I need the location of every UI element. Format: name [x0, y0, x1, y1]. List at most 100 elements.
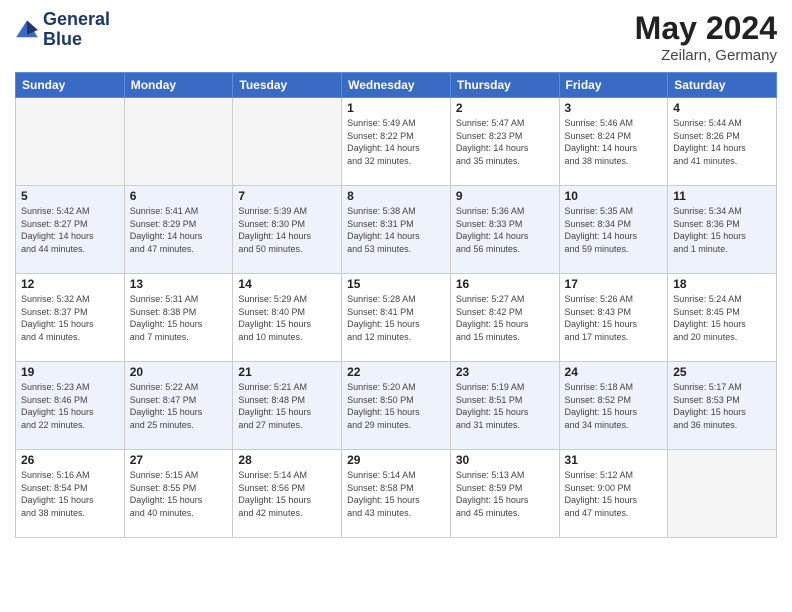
day-number: 29 — [347, 453, 445, 467]
week-row-2: 5Sunrise: 5:42 AM Sunset: 8:27 PM Daylig… — [16, 186, 777, 274]
day-number: 6 — [130, 189, 228, 203]
day-number: 24 — [565, 365, 663, 379]
day-info: Sunrise: 5:12 AM Sunset: 9:00 PM Dayligh… — [565, 469, 663, 519]
day-number: 25 — [673, 365, 771, 379]
day-cell: 4Sunrise: 5:44 AM Sunset: 8:26 PM Daylig… — [668, 98, 777, 186]
day-info: Sunrise: 5:46 AM Sunset: 8:24 PM Dayligh… — [565, 117, 663, 167]
day-info: Sunrise: 5:27 AM Sunset: 8:42 PM Dayligh… — [456, 293, 554, 343]
day-info: Sunrise: 5:49 AM Sunset: 8:22 PM Dayligh… — [347, 117, 445, 167]
day-cell: 31 Sunrise: 5:12 AM Sunset: 9:00 PM Dayli… — [559, 450, 668, 538]
day-number: 14 — [238, 277, 336, 291]
day-number: 10 — [565, 189, 663, 203]
logo-line1: General — [43, 10, 110, 30]
day-cell: 14 Sunrise: 5:29 AM Sunset: 8:40 PM Dayli… — [233, 274, 342, 362]
day-number: 27 — [130, 453, 228, 467]
day-info: Sunrise: 5:23 AM Sunset: 8:46 PM Dayligh… — [21, 381, 119, 431]
logo-text: General Blue — [43, 10, 110, 50]
day-number: 8 — [347, 189, 445, 203]
day-info: Sunrise: 5:13 AM Sunset: 8:59 PM Dayligh… — [456, 469, 554, 519]
day-cell: 20 Sunrise: 5:22 AM Sunset: 8:47 PM Dayli… — [124, 362, 233, 450]
day-number: 13 — [130, 277, 228, 291]
day-info: Sunrise: 5:17 AM Sunset: 8:53 PM Dayligh… — [673, 381, 771, 431]
day-info: Sunrise: 5:14 AM Sunset: 8:58 PM Dayligh… — [347, 469, 445, 519]
col-header-friday: Friday — [559, 73, 668, 98]
month-year: May 2024 — [635, 10, 777, 47]
day-info: Sunrise: 5:14 AM Sunset: 8:56 PM Dayligh… — [238, 469, 336, 519]
day-cell — [668, 450, 777, 538]
day-info: Sunrise: 5:47 AM Sunset: 8:23 PM Dayligh… — [456, 117, 554, 167]
day-number: 12 — [21, 277, 119, 291]
day-info: Sunrise: 5:44 AM Sunset: 8:26 PM Dayligh… — [673, 117, 771, 167]
day-number: 11 — [673, 189, 771, 203]
day-cell — [233, 98, 342, 186]
col-header-wednesday: Wednesday — [342, 73, 451, 98]
day-number: 1 — [347, 101, 445, 115]
day-cell: 28 Sunrise: 5:14 AM Sunset: 8:56 PM Dayli… — [233, 450, 342, 538]
day-number: 17 — [565, 277, 663, 291]
page: General Blue May 2024 Zeilarn, Germany S… — [0, 0, 792, 612]
day-cell: 5Sunrise: 5:42 AM Sunset: 8:27 PM Daylig… — [16, 186, 125, 274]
day-number: 26 — [21, 453, 119, 467]
day-cell: 25 Sunrise: 5:17 AM Sunset: 8:53 PM Dayli… — [668, 362, 777, 450]
col-header-thursday: Thursday — [450, 73, 559, 98]
day-cell: 29 Sunrise: 5:14 AM Sunset: 8:58 PM Dayli… — [342, 450, 451, 538]
day-number: 22 — [347, 365, 445, 379]
day-number: 30 — [456, 453, 554, 467]
day-number: 23 — [456, 365, 554, 379]
day-cell: 30 Sunrise: 5:13 AM Sunset: 8:59 PM Dayli… — [450, 450, 559, 538]
day-cell: 1 Sunrise: 5:49 AM Sunset: 8:22 PM Daylig… — [342, 98, 451, 186]
day-info: Sunrise: 5:15 AM Sunset: 8:55 PM Dayligh… — [130, 469, 228, 519]
day-info: Sunrise: 5:34 AM Sunset: 8:36 PM Dayligh… — [673, 205, 771, 255]
day-info: Sunrise: 5:20 AM Sunset: 8:50 PM Dayligh… — [347, 381, 445, 431]
day-number: 2 — [456, 101, 554, 115]
day-info: Sunrise: 5:24 AM Sunset: 8:45 PM Dayligh… — [673, 293, 771, 343]
day-info: Sunrise: 5:29 AM Sunset: 8:40 PM Dayligh… — [238, 293, 336, 343]
header: General Blue May 2024 Zeilarn, Germany — [15, 10, 777, 64]
day-info: Sunrise: 5:32 AM Sunset: 8:37 PM Dayligh… — [21, 293, 119, 343]
day-info: Sunrise: 5:38 AM Sunset: 8:31 PM Dayligh… — [347, 205, 445, 255]
day-cell: 10 Sunrise: 5:35 AM Sunset: 8:34 PM Dayli… — [559, 186, 668, 274]
day-cell: 19 Sunrise: 5:23 AM Sunset: 8:46 PM Dayli… — [16, 362, 125, 450]
day-number: 15 — [347, 277, 445, 291]
day-number: 7 — [238, 189, 336, 203]
logo: General Blue — [15, 10, 110, 50]
day-number: 3 — [565, 101, 663, 115]
day-info: Sunrise: 5:21 AM Sunset: 8:48 PM Dayligh… — [238, 381, 336, 431]
day-number: 16 — [456, 277, 554, 291]
week-row-5: 26Sunrise: 5:16 AM Sunset: 8:54 PM Dayli… — [16, 450, 777, 538]
col-header-sunday: Sunday — [16, 73, 125, 98]
day-cell: 7 Sunrise: 5:39 AM Sunset: 8:30 PM Daylig… — [233, 186, 342, 274]
day-cell: 16 Sunrise: 5:27 AM Sunset: 8:42 PM Dayli… — [450, 274, 559, 362]
day-cell: 6 Sunrise: 5:41 AM Sunset: 8:29 PM Daylig… — [124, 186, 233, 274]
day-cell: 24 Sunrise: 5:18 AM Sunset: 8:52 PM Dayli… — [559, 362, 668, 450]
day-cell: 9Sunrise: 5:36 AM Sunset: 8:33 PM Daylig… — [450, 186, 559, 274]
day-number: 28 — [238, 453, 336, 467]
day-info: Sunrise: 5:36 AM Sunset: 8:33 PM Dayligh… — [456, 205, 554, 255]
week-row-4: 19 Sunrise: 5:23 AM Sunset: 8:46 PM Dayli… — [16, 362, 777, 450]
col-header-saturday: Saturday — [668, 73, 777, 98]
day-number: 20 — [130, 365, 228, 379]
day-number: 19 — [21, 365, 119, 379]
logo-line2: Blue — [43, 30, 110, 50]
col-header-monday: Monday — [124, 73, 233, 98]
day-info: Sunrise: 5:42 AM Sunset: 8:27 PM Dayligh… — [21, 205, 119, 255]
logo-icon — [15, 18, 39, 42]
day-info: Sunrise: 5:22 AM Sunset: 8:47 PM Dayligh… — [130, 381, 228, 431]
day-info: Sunrise: 5:39 AM Sunset: 8:30 PM Dayligh… — [238, 205, 336, 255]
day-number: 31 — [565, 453, 663, 467]
day-cell: 17Sunrise: 5:26 AM Sunset: 8:43 PM Dayli… — [559, 274, 668, 362]
day-cell: 21Sunrise: 5:21 AM Sunset: 8:48 PM Dayli… — [233, 362, 342, 450]
day-cell: 23 Sunrise: 5:19 AM Sunset: 8:51 PM Dayli… — [450, 362, 559, 450]
day-info: Sunrise: 5:19 AM Sunset: 8:51 PM Dayligh… — [456, 381, 554, 431]
day-info: Sunrise: 5:41 AM Sunset: 8:29 PM Dayligh… — [130, 205, 228, 255]
day-cell: 8 Sunrise: 5:38 AM Sunset: 8:31 PM Daylig… — [342, 186, 451, 274]
day-cell — [124, 98, 233, 186]
day-cell: 12 Sunrise: 5:32 AM Sunset: 8:37 PM Dayli… — [16, 274, 125, 362]
day-cell: 18Sunrise: 5:24 AM Sunset: 8:45 PM Dayli… — [668, 274, 777, 362]
day-cell: 2 Sunrise: 5:47 AM Sunset: 8:23 PM Daylig… — [450, 98, 559, 186]
day-info: Sunrise: 5:18 AM Sunset: 8:52 PM Dayligh… — [565, 381, 663, 431]
day-info: Sunrise: 5:35 AM Sunset: 8:34 PM Dayligh… — [565, 205, 663, 255]
day-info: Sunrise: 5:28 AM Sunset: 8:41 PM Dayligh… — [347, 293, 445, 343]
col-header-tuesday: Tuesday — [233, 73, 342, 98]
title-block: May 2024 Zeilarn, Germany — [635, 10, 777, 64]
